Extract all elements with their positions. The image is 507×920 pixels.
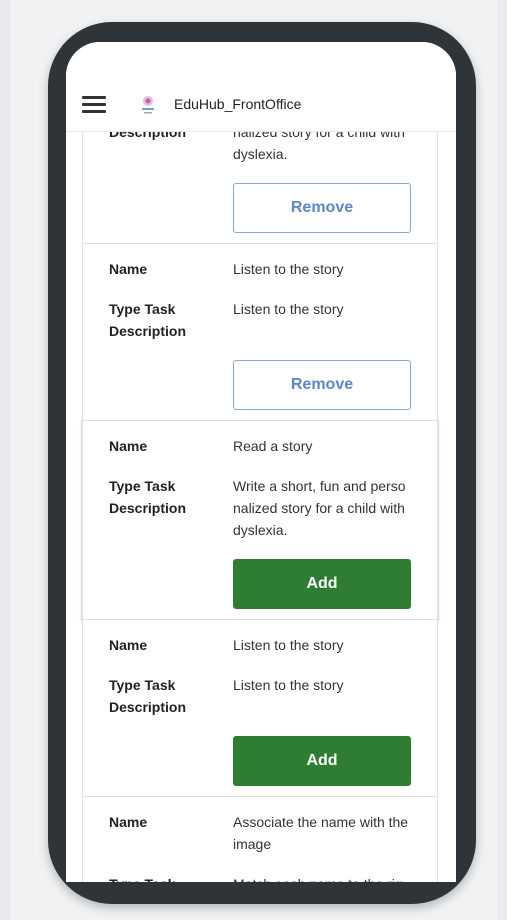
task-card: Name Listen to the story Type Task Descr… (82, 244, 438, 421)
task-card: Name Read a story Type Task Description … (82, 421, 438, 620)
type-task-label: Type Task (109, 677, 176, 693)
type-task-label: Type Task (109, 301, 176, 317)
app-logo-icon (142, 96, 154, 114)
type-task-value: Listen to the story (233, 301, 344, 317)
add-button[interactable]: Add (233, 736, 411, 786)
task-card: Name Listen to the story Type Task Descr… (82, 620, 438, 797)
type-task-value: Write a short, fun and personalized stor… (233, 478, 406, 538)
name-value: Read a story (233, 438, 313, 454)
app-bar: EduHub_FrontOffice (66, 42, 456, 132)
type-task-value: Write a short, fun and personalized stor… (233, 132, 405, 162)
name-value: Listen to the story (233, 637, 344, 653)
type-task-label: Type Task (109, 478, 176, 494)
name-label: Name (109, 438, 148, 454)
phone-screen: EduHub_FrontOffice Type Task Description… (66, 42, 456, 882)
name-value: Listen to the story (233, 261, 344, 277)
name-label: Name (109, 814, 148, 830)
hamburger-menu-icon[interactable] (82, 96, 106, 114)
description-label: Description (109, 323, 187, 339)
remove-button[interactable]: Remove (233, 183, 411, 233)
task-list: Type Task Description Write a short, fun… (82, 132, 438, 882)
app-title: EduHub_FrontOffice (174, 96, 302, 112)
task-card: Type Task Description Write a short, fun… (82, 132, 438, 244)
description-label: Description (109, 500, 187, 516)
name-value: Associate the name with the image (233, 814, 409, 852)
task-list-scroll[interactable]: Type Task Description Write a short, fun… (66, 132, 456, 882)
remove-button[interactable]: Remove (233, 360, 411, 410)
type-task-value: Listen to the story (233, 677, 344, 693)
type-task-label: Type Task (109, 873, 233, 882)
add-button[interactable]: Add (233, 559, 411, 609)
description-label: Description (109, 132, 187, 140)
name-label: Name (109, 261, 148, 277)
task-card: Name Associate the name with the image T… (82, 797, 438, 882)
type-task-value: Match each name to the rig (233, 873, 413, 882)
description-label: Description (109, 699, 187, 715)
name-label: Name (109, 637, 148, 653)
